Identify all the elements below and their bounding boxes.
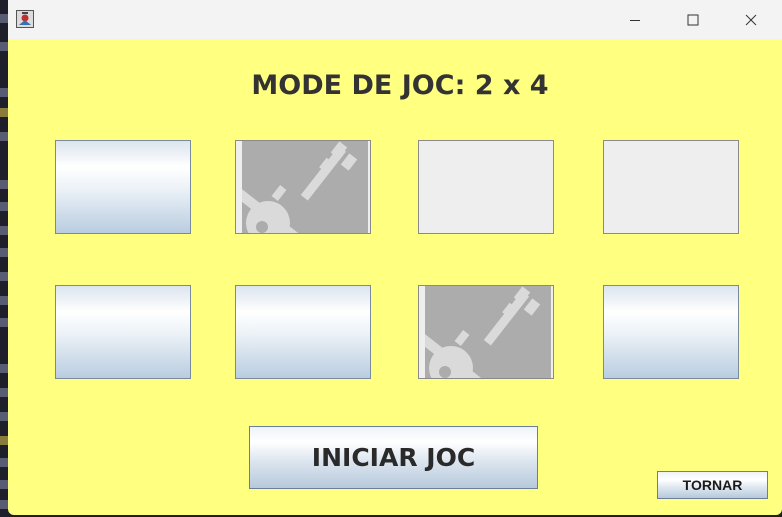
game-window: MODE DE JOC: 2 x 4 INICIAR JOC TORNAR [8,0,782,515]
key-icon [242,141,368,233]
back-button[interactable]: TORNAR [657,471,768,499]
java-app-icon [16,10,34,28]
memory-card-7[interactable] [418,285,554,379]
maximize-button[interactable] [670,0,716,39]
close-button[interactable] [728,0,774,39]
memory-card-2[interactable] [235,140,371,234]
memory-card-4[interactable] [603,140,739,234]
key-icon [425,286,551,378]
title-bar [8,0,782,39]
memory-card-5[interactable] [55,285,191,379]
minimize-button[interactable] [612,0,658,39]
memory-card-6[interactable] [235,285,371,379]
game-mode-heading: MODE DE JOC: 2 x 4 [251,70,549,101]
memory-card-3[interactable] [418,140,554,234]
memory-card-8[interactable] [603,285,739,379]
minimize-icon [630,19,640,21]
maximize-icon [687,14,699,25]
close-icon [745,14,757,25]
start-game-button[interactable]: INICIAR JOC [249,426,538,489]
memory-card-1[interactable] [55,140,191,234]
